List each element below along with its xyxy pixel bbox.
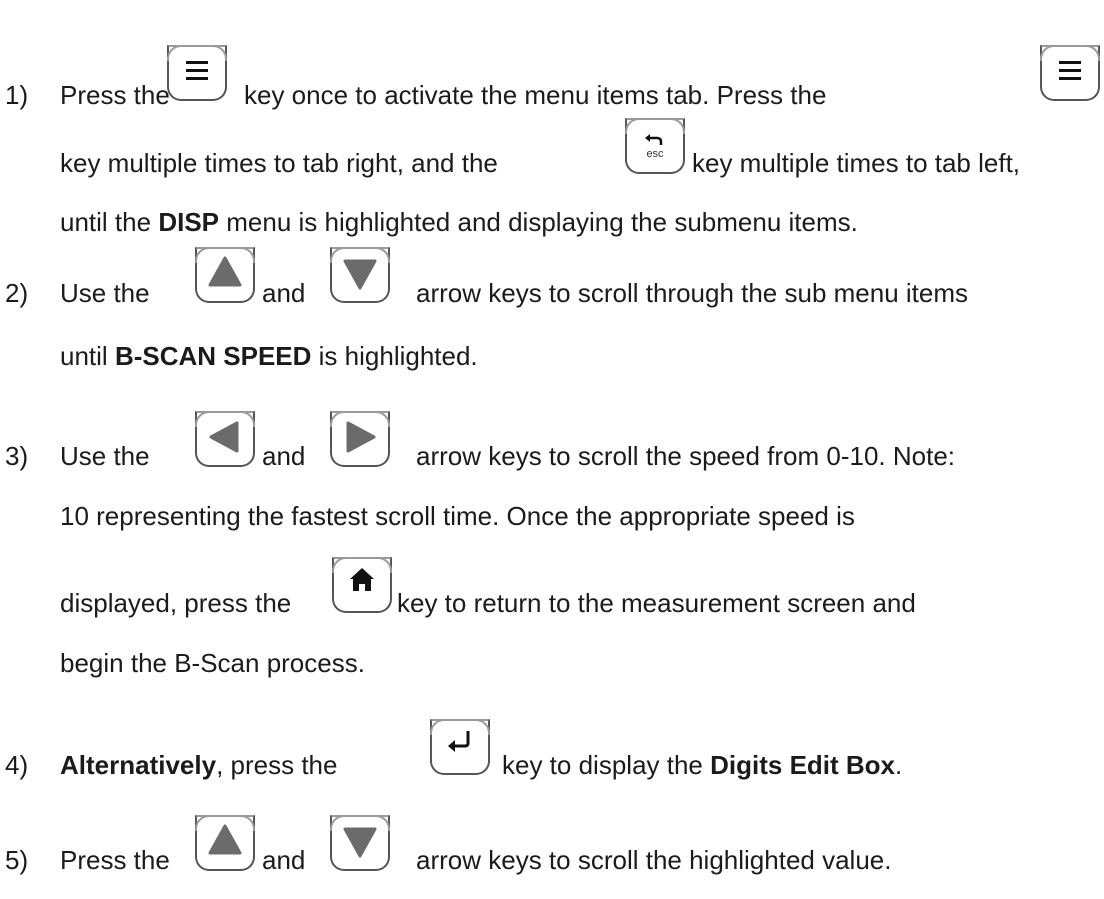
right-key — [330, 411, 390, 467]
up-arrow-icon — [208, 824, 242, 855]
step-text: until — [60, 341, 108, 371]
step-text: Alternatively, press the — [60, 750, 337, 780]
step-text: 10 representing the fastest scroll time.… — [60, 501, 855, 531]
menu-icon — [186, 61, 208, 80]
step-text: until the — [60, 207, 152, 237]
left-arrow-icon — [209, 421, 239, 453]
step-text: displayed, press the — [60, 588, 292, 618]
left-key — [195, 411, 255, 467]
step-text: Use the — [60, 278, 150, 308]
step-text: arrow keys to scroll through the sub men… — [416, 278, 969, 308]
esc-key: esc — [625, 118, 685, 174]
step-text: , press the — [216, 750, 338, 780]
step-text: key multiple times to tab left, — [692, 148, 1021, 178]
step-text: key once to activate the menu items tab.… — [244, 80, 827, 110]
menu-key — [1040, 45, 1100, 101]
step-text: is highlighted. — [318, 341, 478, 371]
step-number: 3) — [5, 441, 29, 471]
step-text: until the DISP menu is highlighted and d… — [60, 207, 858, 237]
step-text: Use the — [60, 441, 150, 471]
emphasis: Alternatively — [60, 750, 217, 780]
step-text: menu is highlighted and displaying the s… — [226, 207, 858, 237]
step-number: 5) — [5, 845, 29, 875]
step-text: begin the B-Scan process. — [60, 648, 365, 678]
step-text: and — [262, 278, 306, 308]
step-text: key to return to the measurement screen … — [397, 588, 916, 618]
home-icon — [350, 568, 374, 591]
step-text: . — [895, 750, 903, 780]
step-text: key to display the — [502, 750, 703, 780]
up-key — [195, 815, 255, 871]
down-key — [330, 815, 390, 871]
step-text: Press the — [60, 80, 170, 110]
up-arrow-icon — [208, 256, 242, 287]
menu-item-name: B-SCAN SPEED — [114, 341, 312, 371]
step-text: arrow keys to scroll the speed from 0-10… — [416, 441, 956, 471]
menu-icon — [1059, 61, 1081, 80]
step-text: arrow keys to scroll the highlighted val… — [416, 845, 892, 875]
back-arrow-icon — [645, 134, 663, 145]
step-text: Press the — [60, 845, 170, 875]
menu-key — [167, 45, 227, 101]
down-arrow-icon — [343, 259, 377, 290]
emphasis: Digits Edit Box — [710, 750, 896, 780]
step-text: and — [262, 441, 306, 471]
esc-label: esc — [646, 148, 664, 160]
step-text: and — [262, 845, 306, 875]
right-arrow-icon — [346, 421, 376, 453]
step-text: key to display the Digits Edit Box. — [502, 750, 902, 780]
home-key — [332, 557, 392, 613]
step-number: 4) — [5, 750, 29, 780]
step-number: 2) — [5, 278, 29, 308]
step-text: key multiple times to tab right, and the — [60, 148, 498, 178]
menu-name: DISP — [158, 207, 219, 237]
enter-key — [430, 719, 490, 775]
step-text: until B-SCAN SPEED is highlighted. — [60, 341, 478, 371]
step-number: 1) — [5, 80, 29, 110]
down-key — [330, 247, 390, 303]
enter-icon — [448, 731, 470, 752]
down-arrow-icon — [343, 827, 377, 858]
up-key — [195, 247, 255, 303]
